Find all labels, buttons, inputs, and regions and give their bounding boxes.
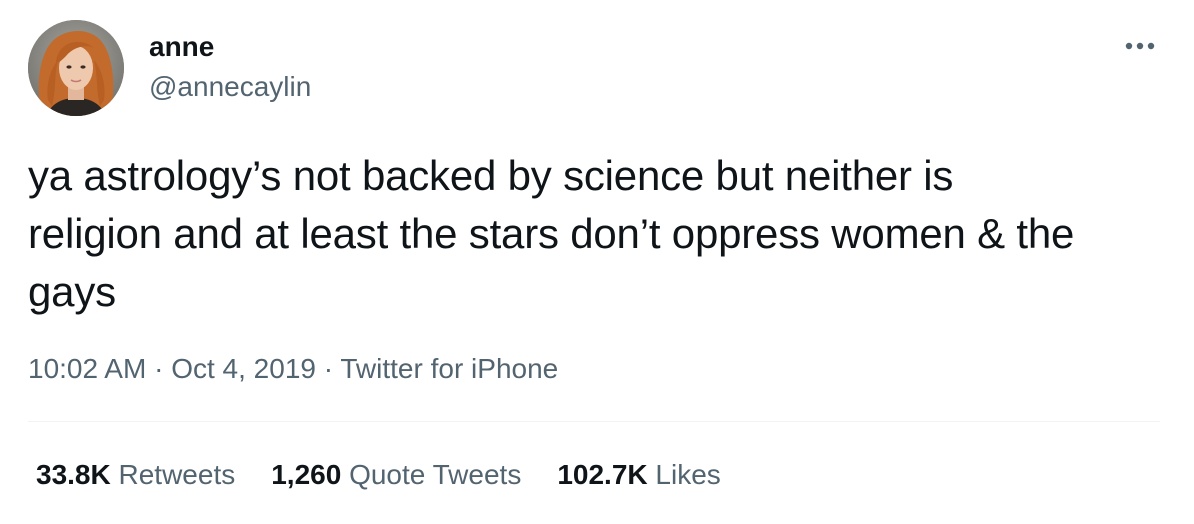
tweet-text-line: ya astrology’s not backed by science but… bbox=[28, 152, 954, 199]
tweet-text-line: gays bbox=[28, 268, 116, 315]
avatar[interactable] bbox=[28, 20, 124, 116]
tweet-text: ya astrology’s not backed by science but… bbox=[28, 147, 1168, 321]
retweets-count: 33.8K bbox=[36, 459, 111, 490]
retweets-label: Retweets bbox=[118, 459, 236, 490]
tweet-meta: 10:02 AM · Oct 4, 2019 · Twitter for iPh… bbox=[28, 352, 558, 386]
divider bbox=[28, 421, 1160, 422]
tweet-time[interactable]: 10:02 AM bbox=[28, 353, 146, 384]
author-handle[interactable]: @annecaylin bbox=[149, 70, 311, 104]
retweets-stat[interactable]: 33.8K Retweets bbox=[36, 458, 235, 492]
quote-tweets-stat[interactable]: 1,260 Quote Tweets bbox=[271, 458, 521, 492]
avatar-image bbox=[28, 20, 124, 116]
tweet-date[interactable]: Oct 4, 2019 bbox=[171, 353, 316, 384]
quote-tweets-label: Quote Tweets bbox=[349, 459, 522, 490]
likes-stat[interactable]: 102.7K Likes bbox=[557, 458, 720, 492]
likes-label: Likes bbox=[655, 459, 721, 490]
more-options-button[interactable] bbox=[1118, 36, 1162, 56]
tweet-source[interactable]: Twitter for iPhone bbox=[340, 353, 558, 384]
tweet-card: anne @annecaylin ya astrology’s not back… bbox=[0, 0, 1194, 524]
likes-count: 102.7K bbox=[557, 459, 648, 490]
engagement-stats: 33.8K Retweets 1,260 Quote Tweets 102.7K L… bbox=[36, 458, 757, 492]
meta-separator: · bbox=[154, 353, 164, 384]
tweet-text-line: religion and at least the stars don’t op… bbox=[28, 210, 1075, 257]
quote-tweets-count: 1,260 bbox=[271, 459, 342, 490]
author-display-name[interactable]: anne bbox=[149, 30, 214, 64]
more-horizontal-icon bbox=[1125, 42, 1155, 50]
meta-separator: · bbox=[323, 353, 334, 384]
